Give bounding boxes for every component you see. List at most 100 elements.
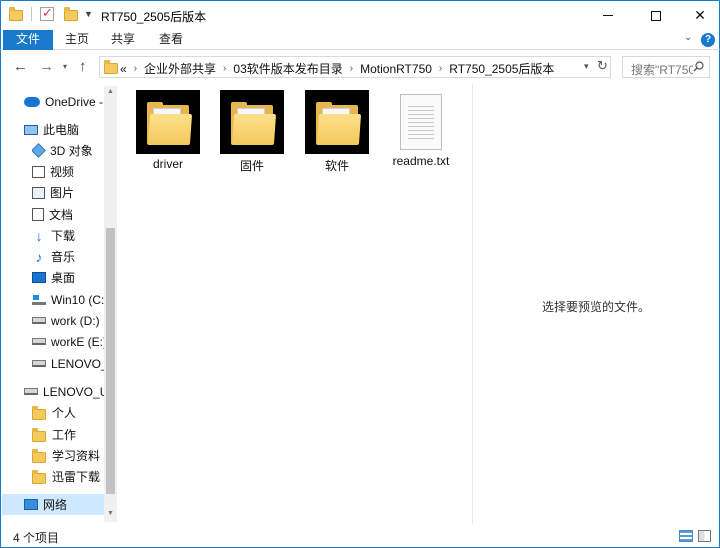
back-arrow-icon[interactable]: ← (13, 58, 28, 75)
details-view-icon[interactable] (679, 530, 693, 542)
tab-share[interactable]: 共享 (107, 30, 139, 50)
sidebar-item-label: 学习资料 (52, 449, 101, 463)
search-input[interactable]: 搜索"RT750_2505后版本" (622, 56, 710, 78)
pictures-icon (32, 186, 45, 199)
sidebar-item-label: LENOVO_USB (43, 384, 105, 399)
folder-thumbnail (220, 90, 284, 154)
sidebar-item-label: 视频 (50, 165, 75, 179)
file-item-software[interactable]: 软件 (302, 90, 372, 174)
folder-icon (32, 428, 46, 442)
sidebar-item-lenovo-usb[interactable]: LENOVO_USB (24, 381, 105, 402)
navigation-scrollbar[interactable]: ▲ ▼ (104, 86, 117, 522)
folder-thumbnail (305, 90, 369, 154)
sidebar-item-label: 3D 对象 (50, 144, 93, 158)
window-title: RT750_2505后版本 (101, 10, 207, 24)
close-icon: ✕ (694, 7, 706, 23)
minimize-icon (603, 15, 613, 16)
file-name: driver (152, 157, 183, 171)
refresh-icon[interactable]: ↻ (597, 58, 608, 74)
large-icons-view-icon[interactable] (698, 530, 711, 542)
sidebar-item-drive-c[interactable]: Win10 (C:) (32, 289, 105, 310)
chevron-right-icon[interactable]: › (350, 63, 353, 74)
up-arrow-icon[interactable]: ↑ (79, 58, 87, 75)
search-icon (693, 61, 704, 72)
download-icon: ↓ (35, 227, 43, 244)
computer-icon (24, 124, 38, 135)
scroll-down-icon[interactable]: ▼ (107, 510, 114, 517)
divider (31, 7, 32, 21)
tab-view[interactable]: 查看 (155, 30, 187, 50)
drive-icon (32, 317, 46, 324)
sidebar-item-label: 此电脑 (43, 123, 80, 137)
folder-icon (32, 406, 46, 420)
maximize-button[interactable] (633, 1, 679, 30)
sidebar-item-drive-e[interactable]: workE (E:) (32, 331, 105, 352)
sidebar-item-lenovo-usb[interactable]: LENOVO_USB (32, 353, 105, 374)
scrollbar-thumb[interactable] (106, 228, 115, 494)
breadcrumb-item[interactable]: RT750_2505后版本 (449, 60, 554, 77)
documents-icon (32, 208, 44, 221)
sidebar-item-label: 文档 (49, 208, 74, 222)
address-bar[interactable]: « › 企业外部共享 › 03软件版本发布目录 › MotionRT750 › … (99, 56, 611, 78)
status-bar: 4 个项目 (0, 524, 720, 548)
navigation-bar: ← → ▾ ↑ « › 企业外部共享 › 03软件版本发布目录 › Motion… (0, 50, 720, 84)
title-bar: ▼ RT750_2505后版本 ✕ (0, 0, 720, 30)
tab-home[interactable]: 主页 (61, 30, 93, 50)
chevron-right-icon[interactable]: › (134, 63, 137, 74)
tab-file[interactable]: 文件 (3, 30, 53, 50)
folder-thumbnail (136, 90, 200, 154)
maximize-icon (651, 10, 661, 21)
preview-message: 选择要预览的文件。 (541, 300, 650, 314)
folder-icon (231, 102, 277, 146)
sidebar-item-label: 下载 (51, 229, 76, 243)
sidebar-item-label: 音乐 (51, 250, 76, 264)
forward-arrow-icon[interactable]: → (39, 58, 54, 75)
file-name: 固件 (239, 159, 264, 173)
music-icon: ♪ (35, 248, 43, 265)
usb-drive-icon (32, 360, 46, 367)
search-placeholder: 搜索"RT750_2505后版本" (631, 63, 693, 77)
breadcrumb-item[interactable]: MotionRT750 (360, 62, 432, 76)
close-button[interactable]: ✕ (677, 1, 720, 30)
folder-icon (32, 470, 46, 484)
drive-icon (32, 338, 46, 345)
folder-icon (316, 102, 362, 146)
usb-drive-icon (24, 388, 38, 395)
sidebar-item-drive-d[interactable]: work (D:) (32, 310, 105, 331)
sidebar-item-label: 图片 (50, 186, 75, 200)
address-history-chevron-icon[interactable]: ▾ (584, 61, 589, 72)
breadcrumb-overflow[interactable]: « (120, 62, 127, 76)
file-item-driver[interactable]: driver (133, 90, 203, 171)
sidebar-item-label: LENOVO_USB (51, 356, 105, 371)
network-icon (24, 499, 38, 510)
file-name: 软件 (324, 159, 349, 173)
folder-icon (104, 60, 118, 74)
minimize-button[interactable] (585, 1, 631, 30)
customize-toolbar-chevron-icon[interactable]: ▼ (84, 9, 93, 19)
scroll-up-icon[interactable]: ▲ (107, 88, 114, 95)
sidebar-item-label: 桌面 (51, 271, 76, 285)
chevron-right-icon[interactable]: › (223, 63, 226, 74)
item-count: 4 个项目 (13, 531, 60, 545)
navigation-pane: OneDrive - 此电脑 3D 对象 视频 图片 文档 ↓ 下载 ♪ 音乐 … (0, 84, 118, 524)
sidebar-item-label: work (D:) (51, 313, 100, 328)
windows-drive-icon (32, 294, 46, 305)
breadcrumb: « › 企业外部共享 › 03软件版本发布目录 › MotionRT750 › … (120, 60, 554, 77)
recent-locations-chevron-icon[interactable]: ▾ (63, 62, 67, 71)
video-icon (32, 165, 45, 178)
file-item-firmware[interactable]: 固件 (217, 90, 287, 174)
breadcrumb-item[interactable]: 03软件版本发布目录 (233, 60, 342, 77)
sidebar-item-network[interactable]: 网络 (2, 494, 105, 515)
help-icon[interactable]: ? (701, 33, 715, 47)
properties-icon[interactable] (40, 5, 54, 21)
text-file-icon (400, 94, 442, 150)
chevron-right-icon[interactable]: › (439, 63, 442, 74)
expand-ribbon-chevron-icon[interactable]: ⌄ (684, 32, 692, 43)
new-folder-icon[interactable] (64, 6, 78, 21)
sidebar-item-label: 个人 (52, 406, 77, 420)
file-list: driver 固件 软件 readme.txt (118, 84, 472, 524)
file-item-readme[interactable]: readme.txt (386, 90, 456, 168)
breadcrumb-item[interactable]: 企业外部共享 (144, 60, 216, 77)
preview-pane: 选择要预览的文件。 (472, 84, 720, 524)
sidebar-item-label: 迅雷下载 (52, 470, 101, 484)
